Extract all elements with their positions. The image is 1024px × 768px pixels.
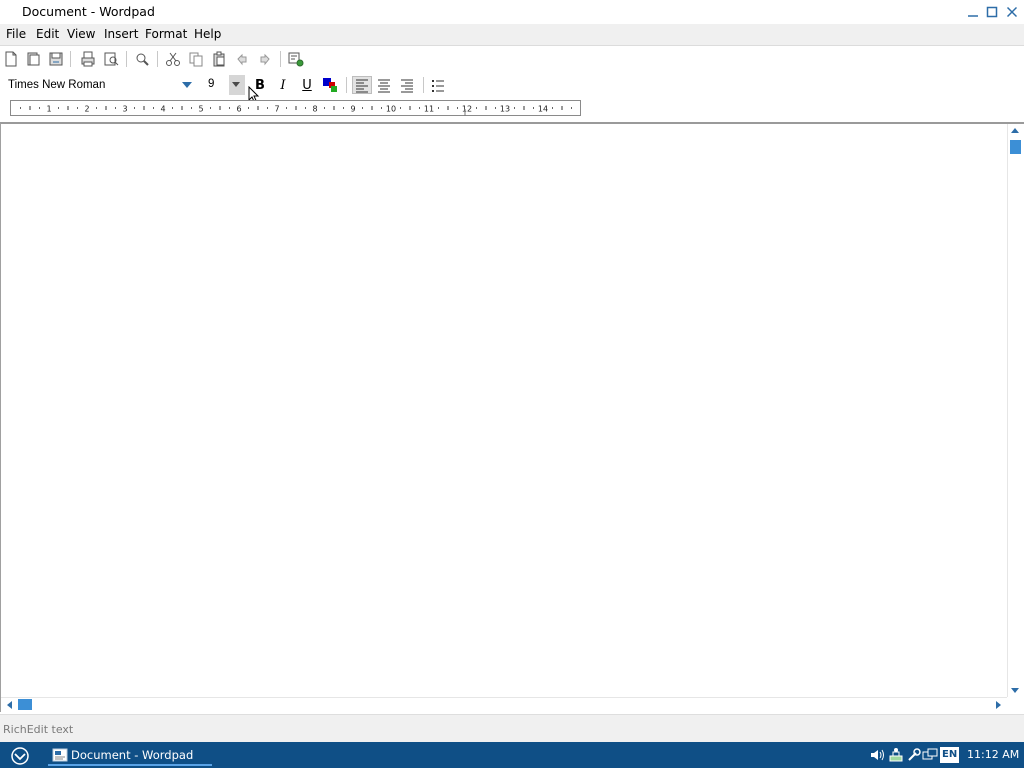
taskbar-item-label: Document - Wordpad bbox=[71, 748, 194, 762]
minimize-button[interactable] bbox=[963, 2, 983, 22]
ruler-number: 14 bbox=[538, 105, 548, 114]
language-indicator[interactable]: EN bbox=[940, 747, 960, 763]
wordpad-app-icon bbox=[52, 748, 68, 762]
status-text: RichEdit text bbox=[3, 723, 74, 736]
cut-icon[interactable] bbox=[164, 50, 182, 68]
toolbar-separator bbox=[157, 51, 158, 67]
taskbar: Document - Wordpad EN 11:12 AM bbox=[0, 742, 1024, 768]
ruler-number: 4 bbox=[160, 105, 165, 114]
align-right-button[interactable] bbox=[397, 76, 417, 94]
status-bar: RichEdit text bbox=[0, 714, 1024, 742]
chevron-down-icon bbox=[232, 82, 240, 87]
ruler-number: 9 bbox=[350, 105, 355, 114]
align-center-icon bbox=[378, 79, 390, 93]
menu-insert[interactable]: Insert bbox=[104, 27, 138, 41]
tools-icon[interactable] bbox=[906, 747, 922, 763]
ruler-number: 3 bbox=[122, 105, 127, 114]
underline-button[interactable]: U bbox=[297, 76, 317, 94]
ruler-number: 11 bbox=[424, 105, 434, 114]
ruler-number: 2 bbox=[84, 105, 89, 114]
open-icon[interactable] bbox=[24, 50, 42, 68]
ruler: 1 2 3 4 5 6 7 8 9 10 11 12 13 14 bbox=[10, 100, 581, 116]
undo-icon[interactable] bbox=[233, 50, 251, 68]
vertical-scroll-thumb[interactable] bbox=[1010, 140, 1021, 154]
align-right-icon bbox=[401, 79, 413, 93]
horizontal-scrollbar[interactable] bbox=[1, 697, 1007, 712]
font-size-dropdown-button[interactable] bbox=[229, 75, 245, 95]
close-button[interactable] bbox=[1002, 2, 1022, 22]
format-bar: Times New Roman 9 B I U bbox=[0, 72, 1024, 98]
menu-edit[interactable]: Edit bbox=[36, 27, 59, 41]
menu-view[interactable]: View bbox=[67, 27, 95, 41]
vertical-scrollbar[interactable] bbox=[1007, 124, 1022, 697]
print-preview-icon[interactable] bbox=[102, 50, 120, 68]
menu-file[interactable]: File bbox=[6, 27, 26, 41]
menu-bar: File Edit View Insert Format Help bbox=[0, 24, 1024, 46]
volume-icon[interactable] bbox=[869, 747, 885, 763]
maximize-button[interactable] bbox=[982, 2, 1002, 22]
menu-help[interactable]: Help bbox=[194, 27, 221, 41]
minimize-icon bbox=[968, 15, 978, 17]
ruler-number: 1 bbox=[46, 105, 51, 114]
ruler-number: 5 bbox=[198, 105, 203, 114]
bullets-button[interactable] bbox=[428, 76, 448, 94]
ruler-number: 8 bbox=[312, 105, 317, 114]
print-icon[interactable] bbox=[79, 50, 97, 68]
start-menu-icon[interactable] bbox=[10, 746, 30, 766]
formatbar-separator bbox=[346, 77, 347, 93]
toolbar-separator bbox=[70, 51, 71, 67]
close-icon bbox=[1006, 6, 1018, 18]
font-name-combo[interactable]: Times New Roman bbox=[3, 75, 195, 95]
scroll-up-icon[interactable] bbox=[1011, 128, 1019, 133]
font-size-combo[interactable]: 9 bbox=[201, 75, 245, 95]
paste-icon[interactable] bbox=[210, 50, 228, 68]
horizontal-scroll-thumb[interactable] bbox=[18, 699, 32, 710]
copy-icon[interactable] bbox=[187, 50, 205, 68]
ruler-number: 10 bbox=[386, 105, 396, 114]
network-icon[interactable] bbox=[888, 747, 904, 763]
new-document-icon[interactable] bbox=[2, 50, 20, 68]
ruler-number: 6 bbox=[236, 105, 241, 114]
taskbar-wordpad-button[interactable]: Document - Wordpad bbox=[48, 744, 212, 766]
scroll-left-icon[interactable] bbox=[7, 701, 12, 709]
align-center-button[interactable] bbox=[374, 76, 394, 94]
save-icon[interactable] bbox=[47, 50, 65, 68]
find-icon[interactable] bbox=[133, 50, 151, 68]
font-size-value: 9 bbox=[208, 78, 215, 90]
text-color-button[interactable] bbox=[320, 76, 340, 94]
font-name-value: Times New Roman bbox=[8, 79, 106, 91]
window-title: Document - Wordpad bbox=[22, 4, 155, 19]
document-editor[interactable] bbox=[0, 122, 1024, 712]
insert-datetime-icon[interactable] bbox=[287, 50, 305, 68]
ruler-number: 13 bbox=[500, 105, 510, 114]
align-left-icon bbox=[356, 79, 368, 93]
toolbar bbox=[0, 47, 1024, 71]
title-bar: Document - Wordpad bbox=[0, 0, 1024, 24]
redo-icon[interactable] bbox=[256, 50, 274, 68]
display-icon[interactable] bbox=[922, 747, 938, 763]
toolbar-separator bbox=[126, 51, 127, 67]
toolbar-separator bbox=[280, 51, 281, 67]
scroll-down-icon[interactable] bbox=[1011, 688, 1019, 693]
bullet-list-icon bbox=[432, 80, 444, 92]
clock[interactable]: 11:12 AM bbox=[967, 748, 1019, 761]
ruler-number: 12 bbox=[462, 105, 472, 114]
align-left-button[interactable] bbox=[352, 76, 372, 94]
scroll-right-icon[interactable] bbox=[996, 701, 1001, 709]
formatbar-separator bbox=[423, 77, 424, 93]
ruler-ticks: 1 2 3 4 5 6 7 8 9 10 11 12 13 14 bbox=[20, 105, 572, 116]
chevron-down-icon[interactable] bbox=[182, 82, 192, 88]
ruler-number: 7 bbox=[274, 105, 279, 114]
menu-format[interactable]: Format bbox=[145, 27, 187, 41]
italic-button[interactable]: I bbox=[273, 76, 293, 94]
maximize-icon bbox=[986, 6, 998, 18]
color-palette-icon bbox=[323, 78, 337, 92]
